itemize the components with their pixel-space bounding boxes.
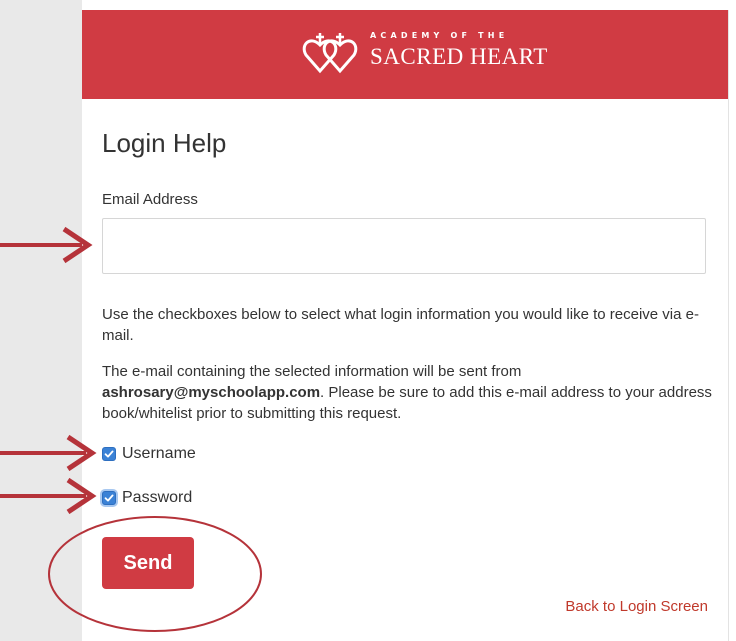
username-label: Username	[122, 445, 196, 462]
password-checkbox[interactable]	[102, 491, 116, 505]
email-field[interactable]	[102, 218, 706, 274]
username-option[interactable]: Username	[102, 443, 196, 465]
password-option[interactable]: Password	[102, 487, 192, 509]
logo-top-text: ACADEMY OF THE	[370, 31, 509, 40]
page: ACADEMY OF THE SACRED HEART Login Help E…	[0, 0, 736, 641]
check-icon	[104, 450, 114, 458]
notice-text-before: The e-mail containing the selected infor…	[102, 363, 522, 380]
logo-bottom-text: SACRED HEART	[370, 44, 548, 69]
school-logo: ACADEMY OF THE SACRED HEART	[300, 27, 547, 81]
email-label: Email Address	[102, 191, 198, 208]
left-gutter	[0, 0, 82, 641]
password-label: Password	[122, 489, 193, 506]
username-checkbox[interactable]	[102, 447, 116, 461]
sender-email: ashrosary@myschoolapp.com	[102, 384, 321, 401]
send-button[interactable]: Send	[102, 537, 194, 589]
instructions-text: Use the checkboxes below to select what …	[102, 306, 699, 344]
back-to-login-link[interactable]: Back to Login Screen	[565, 598, 708, 615]
check-icon	[104, 494, 114, 502]
header-banner: ACADEMY OF THE SACRED HEART	[82, 10, 728, 99]
page-title: Login Help	[102, 128, 227, 158]
sacred-heart-logo-icon	[302, 33, 358, 74]
login-help-card: ACADEMY OF THE SACRED HEART Login Help E…	[82, 10, 729, 641]
sender-notice: The e-mail containing the selected infor…	[102, 361, 712, 424]
